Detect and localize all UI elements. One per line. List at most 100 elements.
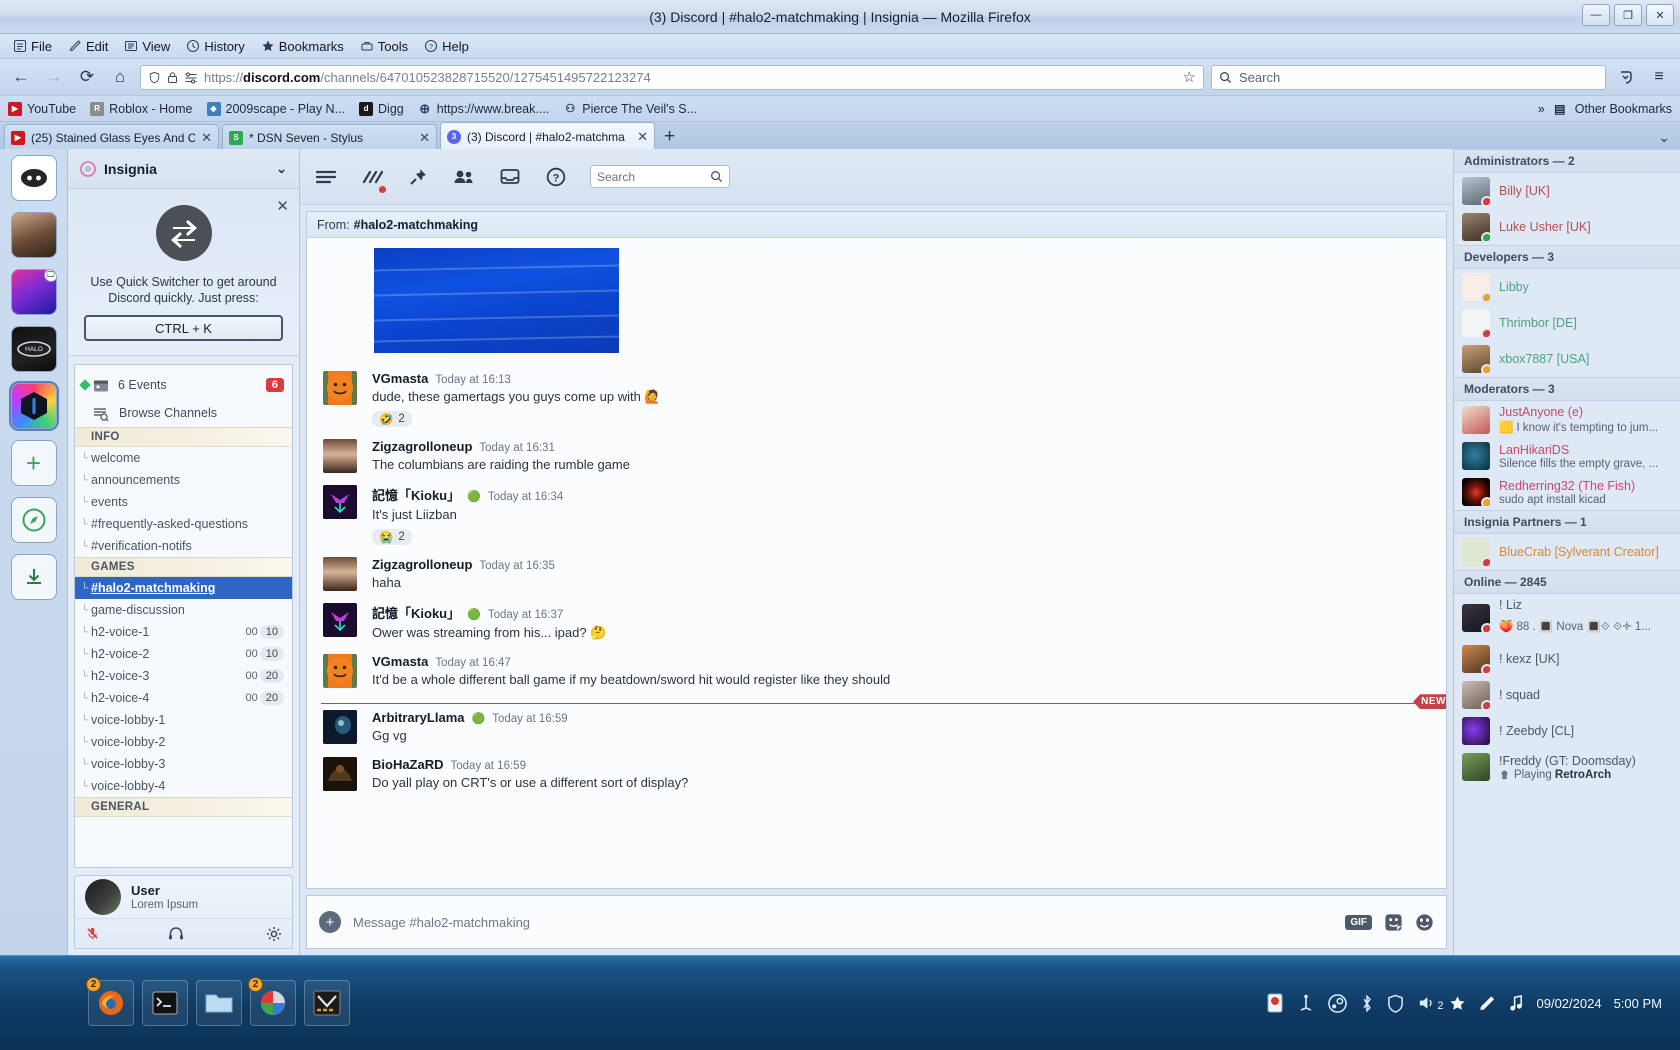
sticker-icon[interactable]: [1384, 913, 1403, 932]
server-icon-insignia[interactable]: [10, 383, 57, 429]
guild-header[interactable]: Insignia ⌄: [68, 149, 299, 189]
server-icon-2[interactable]: 🖵: [10, 269, 57, 315]
events-row[interactable]: 6 Events 6: [75, 371, 292, 399]
add-attachment-button[interactable]: +: [319, 911, 341, 933]
member-row[interactable]: !Freddy (GT: Doomsday) Playing RetroArch: [1454, 749, 1680, 785]
channel-verification-notifs[interactable]: └ #verification-notifs: [75, 535, 292, 557]
message-attachment-image[interactable]: [374, 248, 619, 353]
editor-taskbar-button[interactable]: [304, 980, 350, 1026]
avatar[interactable]: [323, 371, 357, 405]
member-row[interactable]: ! Zeebdy [CL]: [1454, 713, 1680, 749]
bookmark-pierce-the-veil[interactable]: ⚇ Pierce The Veil's S...: [563, 102, 697, 116]
member-row[interactable]: Billy [UK]: [1454, 173, 1680, 209]
message-reaction[interactable]: 😭 2: [372, 528, 412, 545]
bookmarks-overflow-chevron-icon[interactable]: »: [1538, 102, 1545, 116]
gimp-taskbar-button[interactable]: 2: [248, 977, 296, 1026]
member-row[interactable]: ! kexz [UK]: [1454, 641, 1680, 677]
pencil-icon[interactable]: [1479, 994, 1496, 1012]
bookmark-youtube[interactable]: ▶ YouTube: [8, 101, 76, 116]
message-composer[interactable]: + Message #halo2-matchmaking GIF: [306, 895, 1447, 949]
gear-icon[interactable]: [266, 926, 282, 942]
channel-h2-voice-4[interactable]: └ h2-voice-4 00 20: [75, 687, 292, 709]
channel-frequently-asked-questions[interactable]: └ #frequently-asked-questions: [75, 513, 292, 535]
bookmark-star-icon[interactable]: ☆: [1183, 68, 1196, 86]
channel-h2-voice-2[interactable]: └ h2-voice-2 00 10: [75, 643, 292, 665]
channel-events[interactable]: └ events: [75, 491, 292, 513]
channel-announcements[interactable]: └ announcements: [75, 469, 292, 491]
message-author[interactable]: 記憶「Kioku」: [372, 603, 460, 622]
bluetooth-icon[interactable]: [1360, 994, 1374, 1013]
list-all-tabs-icon[interactable]: ⌄: [1658, 129, 1670, 146]
inbox-icon[interactable]: [498, 165, 522, 189]
member-row[interactable]: Redherring32 (The Fish) sudo apt install…: [1454, 474, 1680, 510]
pin-icon[interactable]: [406, 165, 430, 189]
permissions-icon[interactable]: [184, 71, 198, 84]
message-reaction[interactable]: 🤣 2: [372, 410, 412, 427]
channel-halo2-matchmaking[interactable]: └ #halo2-matchmaking: [75, 577, 292, 600]
category-general[interactable]: GENERAL: [75, 797, 292, 818]
record-icon[interactable]: [1266, 993, 1284, 1013]
member-row[interactable]: Luke Usher [UK]: [1454, 209, 1680, 245]
menu-bookmarks[interactable]: Bookmarks: [254, 37, 351, 56]
download-apps-button[interactable]: [10, 554, 57, 600]
file-manager-taskbar-button[interactable]: [196, 980, 242, 1026]
message-author[interactable]: ArbitraryLlama: [372, 710, 464, 725]
tab-dsn-seven-stylus[interactable]: S * DSN Seven - Stylus ✕: [222, 124, 437, 150]
emoji-icon[interactable]: [1415, 913, 1434, 932]
member-row[interactable]: xbox7887 [USA]: [1454, 341, 1680, 377]
chevron-down-icon[interactable]: ⌄: [276, 161, 287, 177]
avatar[interactable]: [323, 756, 357, 791]
message-list[interactable]: VGmasta Today at 16:13 dude, these gamer…: [307, 238, 1446, 888]
close-tab-icon[interactable]: ✕: [637, 129, 648, 145]
network-icon[interactable]: [1297, 994, 1315, 1012]
avatar[interactable]: [323, 653, 357, 688]
avatar[interactable]: [323, 485, 357, 520]
menu-file[interactable]: File: [6, 37, 59, 56]
avatar[interactable]: [323, 556, 357, 591]
microphone-muted-icon[interactable]: [85, 926, 100, 941]
threads-icon[interactable]: [314, 165, 338, 189]
new-tab-button[interactable]: +: [658, 126, 683, 150]
channel-voice-lobby-3[interactable]: └ voice-lobby-3: [75, 753, 292, 775]
activity-icon[interactable]: [360, 165, 386, 193]
close-tab-icon[interactable]: ✕: [201, 130, 212, 146]
message-author[interactable]: VGmasta: [372, 654, 428, 669]
server-icon-halo[interactable]: HALO: [10, 326, 57, 372]
menu-history[interactable]: History: [179, 37, 251, 56]
tab-stained-glass-eyes[interactable]: ▶ (25) Stained Glass Eyes And C ✕: [4, 124, 219, 150]
tab-discord[interactable]: 3 (3) Discord | #halo2-matchma ✕: [440, 122, 655, 150]
member-row[interactable]: LanHikariDS Silence fills the empty grav…: [1454, 438, 1680, 474]
message-author[interactable]: Zigzagrolloneup: [372, 439, 472, 454]
minimize-button[interactable]: —: [1582, 4, 1610, 26]
channel-welcome[interactable]: └ welcome: [75, 447, 292, 469]
menu-view[interactable]: View: [117, 37, 177, 56]
close-window-button[interactable]: ✕: [1646, 4, 1674, 26]
music-icon[interactable]: [1509, 994, 1524, 1012]
close-icon[interactable]: ✕: [276, 197, 289, 215]
steam-icon[interactable]: [1327, 993, 1347, 1013]
channel-game-discussion[interactable]: └ game-discussion: [75, 599, 292, 621]
category-info[interactable]: INFO: [75, 427, 292, 448]
bookmark-2009scape[interactable]: ◆ 2009scape - Play N...: [206, 101, 345, 116]
discord-search-input[interactable]: Search: [590, 165, 730, 188]
message-author[interactable]: VGmasta: [372, 371, 428, 386]
start-button[interactable]: [6, 975, 62, 1031]
bookmark-break[interactable]: ⊕ https://www.break....: [418, 101, 549, 116]
server-icon-1[interactable]: [10, 212, 57, 258]
volume-icon[interactable]: 2: [1417, 994, 1444, 1012]
channel-h2-voice-3[interactable]: └ h2-voice-3 00 20: [75, 665, 292, 687]
menu-edit[interactable]: Edit: [61, 37, 115, 56]
avatar[interactable]: [323, 710, 357, 745]
app-menu-button[interactable]: ≡: [1646, 64, 1672, 90]
explore-servers-button[interactable]: [10, 497, 57, 543]
message-author[interactable]: 記憶「Kioku」: [372, 485, 460, 504]
member-row[interactable]: ! squad: [1454, 677, 1680, 713]
member-row[interactable]: Libby: [1454, 269, 1680, 305]
home-button[interactable]: ⌂: [107, 64, 133, 90]
browse-channels-row[interactable]: Browse Channels: [75, 399, 292, 427]
avatar[interactable]: [323, 438, 357, 473]
channel-voice-lobby-2[interactable]: └ voice-lobby-2: [75, 731, 292, 753]
member-row[interactable]: BlueCrab [Sylverant Creator]: [1454, 534, 1680, 570]
user-info-row[interactable]: User Lorem Ipsum: [75, 876, 292, 918]
close-tab-icon[interactable]: ✕: [419, 130, 430, 146]
